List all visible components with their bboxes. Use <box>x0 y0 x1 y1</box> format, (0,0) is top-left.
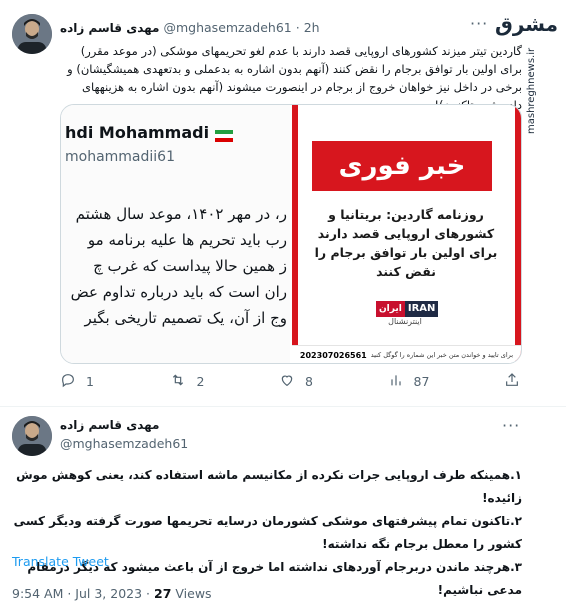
quoted-line: رب باید تحریم ها علیه برنامه مو <box>87 231 287 249</box>
media-grid[interactable]: hdi Mohammadi mohammadii61 ر، در مهر ۱۴۰… <box>60 104 522 364</box>
views-count: 87 <box>413 374 430 389</box>
tweet-header: مهدی قاسم زاده @mghasemzadeh61 · 2h <box>60 20 320 35</box>
urgent-banner: خبر فوری <box>312 141 492 191</box>
quoted-line: وج از آن، یک تصمیم تاریخی بگیر <box>84 309 287 327</box>
retweet-button[interactable]: 2 <box>169 372 205 391</box>
quoted-name: hdi Mohammadi <box>65 123 210 142</box>
more-options-icon[interactable]: ··· <box>470 14 488 33</box>
news-code: 202307026561 <box>299 350 367 360</box>
quoted-line: ران است که باید درباره تداوم عض <box>70 283 287 301</box>
news-footer-text: برای تایید و خواندن متن خبر این شماره را… <box>370 351 514 359</box>
media-left[interactable]: hdi Mohammadi mohammadii61 ر، در مهر ۱۴۰… <box>61 105 290 363</box>
views-label: Views <box>171 586 212 601</box>
tweet-actions: 1 2 8 87 <box>60 372 520 391</box>
like-button[interactable]: 8 <box>279 372 313 391</box>
red-frame <box>292 105 298 363</box>
point-1: ۱.همینکه طرف اروپایی جرات نکرده از مکانی… <box>16 468 522 505</box>
tweet-time[interactable]: 2h <box>304 20 320 35</box>
reply-button[interactable]: 1 <box>60 372 94 391</box>
views-icon <box>388 372 404 391</box>
tweet-timestamp[interactable]: 9:54 AM · Jul 3, 2023 · <box>12 586 154 601</box>
iran-flag-icon <box>215 127 234 142</box>
media-right[interactable]: خبر فوری روزنامه گاردین: بریتانیا و کشور… <box>292 105 521 363</box>
author-handle[interactable]: @mghasemzadeh61 <box>163 20 291 35</box>
separator-dot: · <box>295 20 300 35</box>
red-frame-right <box>515 105 521 363</box>
share-icon <box>504 372 520 391</box>
reply-icon <box>60 372 76 391</box>
share-button[interactable] <box>504 372 520 391</box>
more-options-icon[interactable]: ··· <box>502 416 520 435</box>
logo-en: IRAN <box>404 301 439 317</box>
avatar[interactable] <box>12 416 52 456</box>
urgent-headline: خبر فوری <box>338 151 466 181</box>
news-body: روزنامه گاردین: بریتانیا و کشورهای اروپا… <box>314 207 498 279</box>
quoted-text: ر، در مهر ۱۴۰۲، موعد سال هشتم رب باید تح… <box>61 201 287 331</box>
quoted-line: ز همین حالا پیداست که غرب چ <box>93 257 287 275</box>
avatar[interactable] <box>12 14 52 54</box>
retweet-icon <box>169 372 187 391</box>
quoted-handle: mohammadii61 <box>65 149 175 165</box>
news-footer: 202307026561 برای تایید و خواندن متن خبر… <box>292 345 521 363</box>
logo-fa: ایران <box>376 301 405 317</box>
views-button[interactable]: 87 <box>388 372 430 391</box>
author-name[interactable]: مهدی قاسم زاده <box>60 21 159 35</box>
logo-sub: اینترنشنال <box>388 317 422 326</box>
author-name[interactable]: مهدی قاسم زاده <box>60 418 159 432</box>
heart-icon <box>279 372 295 391</box>
reply-count: 1 <box>86 374 94 389</box>
iran-international-logo: ایران IRAN اینترنشنال <box>376 301 439 329</box>
views-number: 27 <box>154 586 172 601</box>
tweet-1[interactable]: مهدی قاسم زاده @mghasemzadeh61 · 2h ··· … <box>0 0 566 408</box>
tweet-text: ۱.همینکه طرف اروپایی جرات نکرده از مکانی… <box>12 464 522 602</box>
quoted-line: ر، در مهر ۱۴۰۲، موعد سال هشتم <box>75 205 287 223</box>
point-2: ۲.تاکنون تمام پیشرفتهای موشکی کشورمان در… <box>13 514 522 551</box>
tweet-meta: 9:54 AM · Jul 3, 2023 · 27 Views <box>12 586 212 601</box>
tweet-divider <box>0 406 566 407</box>
tweet-2: مهدی قاسم زاده @mghasemzadeh61 ··· ۱.همی… <box>0 408 566 610</box>
like-count: 8 <box>305 374 313 389</box>
author-handle[interactable]: @mghasemzadeh61 <box>60 436 188 451</box>
translate-link[interactable]: Translate Tweet <box>12 554 109 569</box>
retweet-count: 2 <box>196 374 205 389</box>
